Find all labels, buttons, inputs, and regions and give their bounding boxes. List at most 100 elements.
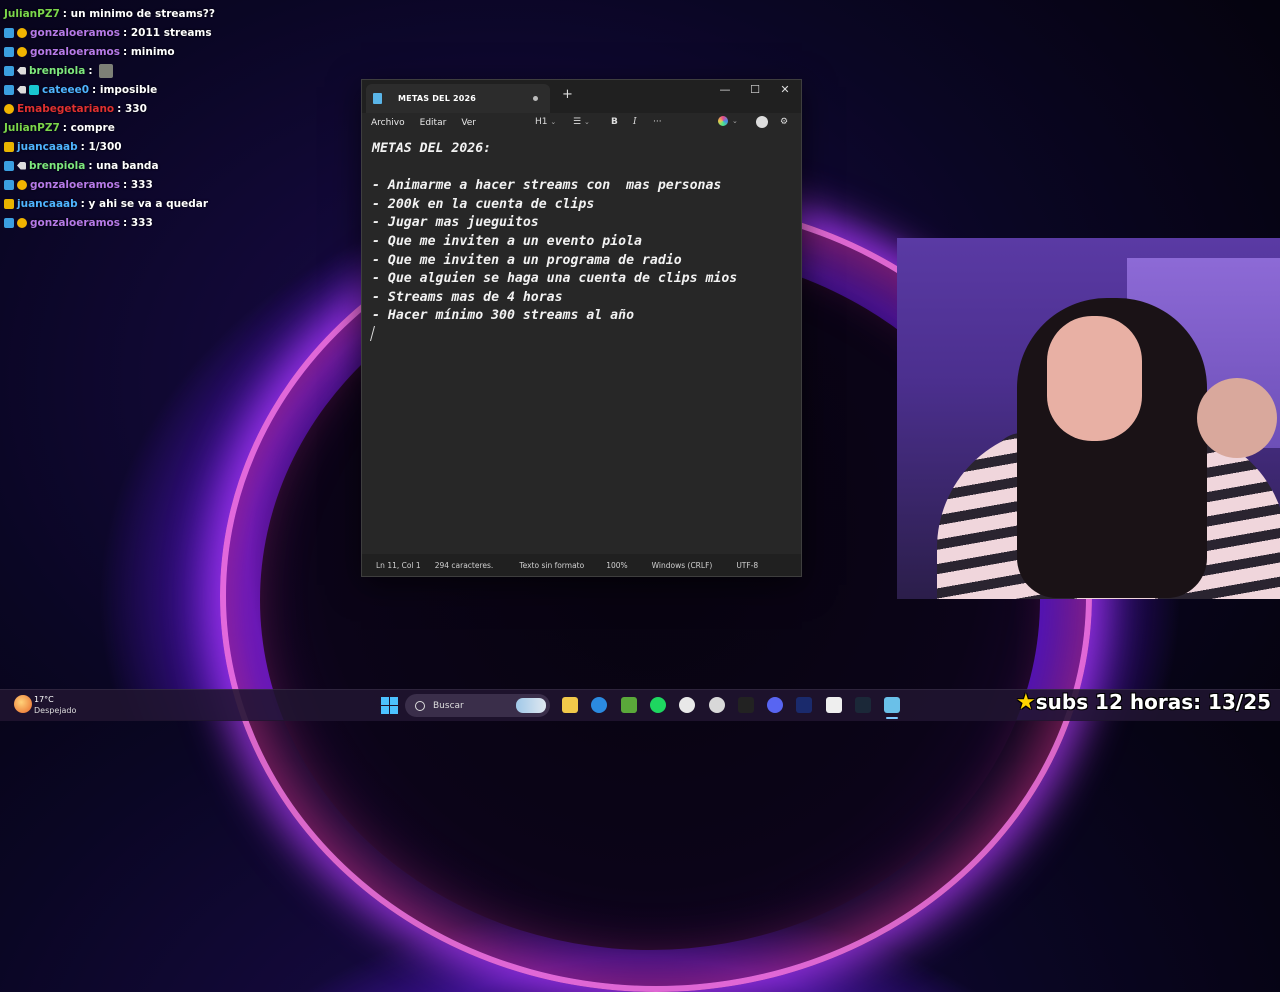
chat-text: : 1/300 <box>80 140 122 153</box>
windows-start-icon[interactable] <box>381 697 398 714</box>
capcut-icon[interactable] <box>825 697 842 713</box>
chat-message: cateee0: imposible <box>4 80 219 99</box>
tab-metas[interactable]: METAS DEL 2026 <box>366 84 550 113</box>
davinci-icon[interactable] <box>737 697 754 713</box>
chat-username[interactable]: gonzaloeramos <box>30 179 120 191</box>
steam-icon[interactable] <box>855 697 871 713</box>
chat-username[interactable]: JulianPZ7 <box>4 8 60 20</box>
chat-text: : una banda <box>88 159 159 172</box>
chevron-down-icon: ⌄ <box>583 118 590 126</box>
note-line: - Jugar mas jueguitos <box>372 215 539 231</box>
chat-username[interactable]: juancaaab <box>17 141 78 153</box>
menu-bar: Archivo Editar Ver H1 ⌄ ☰ ⌄ B I ··· ⌄ ⚙ <box>362 113 801 133</box>
bold-button[interactable]: B <box>611 117 618 127</box>
chat-text: : <box>88 64 97 77</box>
maximize-button[interactable]: ☐ <box>740 83 770 96</box>
note-line: - Streams mas de 4 horas <box>372 289 563 305</box>
chat-text: : 333 <box>123 178 153 191</box>
weather-icon[interactable] <box>14 695 32 713</box>
pen-badge-icon <box>17 85 26 94</box>
weather-temp[interactable]: 17°C <box>34 695 54 704</box>
chat-username[interactable]: JulianPZ7 <box>4 122 60 134</box>
chat-text: : 333 <box>123 216 153 229</box>
close-button[interactable]: ✕ <box>770 83 800 96</box>
chat-username[interactable]: gonzaloeramos <box>30 27 120 39</box>
cyan-badge-icon <box>29 84 39 95</box>
chat-username[interactable]: brenpiola <box>29 160 85 172</box>
chat-message: juancaaab: y ahi se va a quedar <box>4 194 219 213</box>
notepad-app-icon <box>373 93 382 104</box>
chat-message: juancaaab: 1/300 <box>4 137 219 156</box>
note-heading: METAS DEL 2026: <box>372 141 492 156</box>
search-placeholder: Buscar <box>433 700 464 711</box>
menu-archivo[interactable]: Archivo <box>371 118 405 128</box>
chat-message: brenpiola: <box>4 61 219 80</box>
more-options-button[interactable]: ··· <box>653 117 662 127</box>
webcam-arm <box>1197 378 1277 458</box>
note-line: - Que alguien se haga una cuenta de clip… <box>372 271 738 287</box>
active-app-indicator <box>886 717 899 719</box>
chat-username[interactable]: gonzaloeramos <box>30 217 120 229</box>
chat-text: : 2011 streams <box>123 26 212 39</box>
chat-username[interactable]: brenpiola <box>29 65 85 77</box>
photoshop-icon[interactable] <box>796 697 813 713</box>
chat-username[interactable]: cateee0 <box>42 84 89 96</box>
chat-username[interactable]: Emabegetariano <box>17 103 114 115</box>
chat-username[interactable]: gonzaloeramos <box>30 46 120 58</box>
prime-badge-icon <box>4 179 14 190</box>
minimize-button[interactable]: — <box>710 83 740 96</box>
note-line: - Animarme a hacer streams con mas perso… <box>372 178 722 194</box>
chat-text: : un minimo de streams?? <box>62 7 215 20</box>
weather-desc[interactable]: Despejado <box>34 706 76 715</box>
list-dropdown[interactable]: ☰ ⌄ <box>573 117 590 127</box>
discord-icon[interactable] <box>767 697 784 713</box>
vip-badge-icon <box>4 198 14 209</box>
chrome-icon[interactable] <box>679 697 696 713</box>
encoding[interactable]: UTF-8 <box>736 561 758 570</box>
status-bar: Ln 11, Col 1 294 caracteres. Texto sin f… <box>362 554 801 576</box>
prime-badge-icon <box>4 65 14 76</box>
chat-text: : compre <box>62 121 115 134</box>
sub-badge-icon <box>17 27 27 38</box>
zoom-level[interactable]: 100% <box>606 561 627 570</box>
spotify-icon[interactable] <box>649 697 666 713</box>
menu-ver[interactable]: Ver <box>461 118 476 128</box>
unsaved-dot-icon[interactable] <box>533 96 538 101</box>
note-line: - Que me inviten a un evento piola <box>372 233 642 249</box>
chat-message: brenpiola: una banda <box>4 156 219 175</box>
webcam-feed <box>897 238 1280 599</box>
chevron-down-icon: ⌄ <box>550 118 557 126</box>
chat-text: : 330 <box>117 102 147 115</box>
obs-icon[interactable] <box>708 697 725 713</box>
chat-text: : imposible <box>92 83 158 96</box>
chat-message: gonzaloeramos: 333 <box>4 175 219 194</box>
chat-message: gonzaloeramos: 2011 streams <box>4 23 219 42</box>
prime-badge-icon <box>4 217 14 228</box>
line-ending[interactable]: Windows (CRLF) <box>652 561 713 570</box>
title-bar: METAS DEL 2026 + — ☐ ✕ <box>362 80 801 113</box>
chat-username[interactable]: juancaaab <box>17 198 78 210</box>
chevron-down-icon[interactable]: ⌄ <box>732 117 738 125</box>
char-count: 294 caracteres. <box>434 560 494 570</box>
settings-gear-icon[interactable]: ⚙ <box>780 117 788 127</box>
menu-editar[interactable]: Editar <box>420 118 447 128</box>
editor-area[interactable]: METAS DEL 2026: - Animarme a hacer stream… <box>362 133 801 554</box>
text-cursor <box>369 326 376 341</box>
edge-icon[interactable] <box>591 697 608 713</box>
notepad-window: METAS DEL 2026 + — ☐ ✕ Archivo Editar Ve… <box>361 79 802 577</box>
tab-title: METAS DEL 2026 <box>398 94 477 103</box>
file-explorer-icon[interactable] <box>562 697 578 713</box>
italic-button[interactable]: I <box>633 117 637 127</box>
chat-message: JulianPZ7: compre <box>4 118 219 137</box>
account-icon[interactable] <box>756 116 768 128</box>
heading-dropdown[interactable]: H1 ⌄ <box>535 117 556 127</box>
copilot-icon[interactable] <box>718 116 728 126</box>
notepad-icon[interactable] <box>884 697 901 713</box>
prime-badge-icon <box>4 27 14 38</box>
taskbar-search[interactable]: Buscar <box>405 694 550 717</box>
new-tab-button[interactable]: + <box>562 87 573 102</box>
note-line: - 200k en la cuenta de clips <box>372 196 595 212</box>
minecraft-icon[interactable] <box>620 697 637 713</box>
star-icon: ★ <box>1016 690 1036 715</box>
chat-text: : minimo <box>123 45 175 58</box>
